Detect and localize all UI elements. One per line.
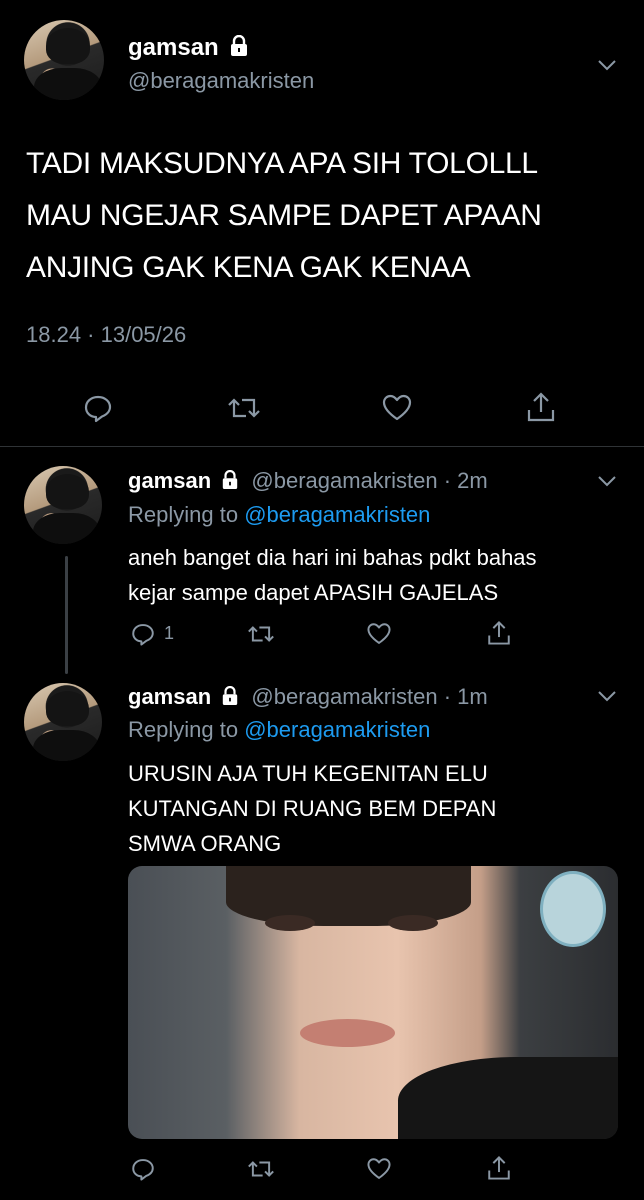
handle-time[interactable]: @beragamakristen · 1m <box>251 684 487 709</box>
handle-time[interactable]: @beragamakristen · 2m <box>251 468 487 493</box>
retweet-icon[interactable] <box>226 392 262 424</box>
reply-header: gamsan @beragamakristen · 2m <box>128 468 488 494</box>
attached-photo[interactable] <box>128 866 618 1139</box>
like-icon[interactable] <box>366 1156 392 1182</box>
lock-icon <box>223 470 238 489</box>
reply-text-line: KUTANGAN DI RUANG BEM DEPAN <box>128 796 497 821</box>
retweet-icon[interactable] <box>246 621 276 647</box>
reply-icon[interactable] <box>130 621 156 647</box>
divider <box>0 446 644 447</box>
tweet-text: TADI MAKSUDNYA APA SIH TOLOLLL MAU NGEJA… <box>26 138 542 294</box>
tweet-text-line: MAU NGEJAR SAMPE DAPET APAAN <box>26 199 542 232</box>
mention-link[interactable]: @beragamakristen <box>244 502 430 527</box>
retweet-icon[interactable] <box>246 1156 276 1182</box>
chevron-down-icon[interactable] <box>597 474 617 488</box>
avatar[interactable] <box>24 20 104 100</box>
tweet-text-line: ANJING GAK KENA GAK KENAA <box>26 251 471 284</box>
display-name: gamsan <box>128 34 219 61</box>
lock-icon <box>223 686 238 705</box>
like-icon[interactable] <box>366 621 392 647</box>
replying-to: Replying to @beragamakristen <box>128 502 430 528</box>
reply-text-line: URUSIN AJA TUH KEGENITAN ELU <box>128 761 488 786</box>
reply-text: aneh banget dia hari ini bahas pdkt baha… <box>128 540 537 610</box>
reply-text: URUSIN AJA TUH KEGENITAN ELU KUTANGAN DI… <box>128 756 496 861</box>
reply-header: gamsan @beragamakristen · 1m <box>128 684 488 710</box>
thread-line <box>65 556 68 674</box>
avatar[interactable] <box>24 683 102 761</box>
reply-icon[interactable] <box>130 1156 156 1182</box>
replying-to: Replying to @beragamakristen <box>128 717 430 743</box>
avatar[interactable] <box>24 466 102 544</box>
like-icon[interactable] <box>381 392 413 424</box>
reply-text-line: aneh banget dia hari ini bahas pdkt baha… <box>128 545 537 570</box>
display-name[interactable]: gamsan <box>128 684 211 709</box>
chevron-down-icon[interactable] <box>597 689 617 703</box>
chevron-down-icon[interactable] <box>597 58 617 72</box>
author-name[interactable]: gamsan <box>128 34 249 62</box>
share-icon[interactable] <box>486 1154 512 1182</box>
share-icon[interactable] <box>486 619 512 647</box>
reply-text-line: kejar sampe dapet APASIH GAJELAS <box>128 580 499 605</box>
share-icon[interactable] <box>525 390 557 424</box>
reply-icon[interactable] <box>82 392 114 424</box>
mention-link[interactable]: @beragamakristen <box>244 717 430 742</box>
display-name[interactable]: gamsan <box>128 468 211 493</box>
timestamp[interactable]: 18.24 · 13/05/26 <box>26 322 186 348</box>
tweet-text-line: TADI MAKSUDNYA APA SIH TOLOLLL <box>26 147 538 180</box>
lock-icon <box>231 35 248 56</box>
replying-prefix: Replying to <box>128 717 239 742</box>
reply-count: 1 <box>164 623 175 643</box>
reply-text-line: SMWA ORANG <box>128 831 282 856</box>
replying-prefix: Replying to <box>128 502 239 527</box>
handle[interactable]: @beragamakristen <box>128 68 314 94</box>
